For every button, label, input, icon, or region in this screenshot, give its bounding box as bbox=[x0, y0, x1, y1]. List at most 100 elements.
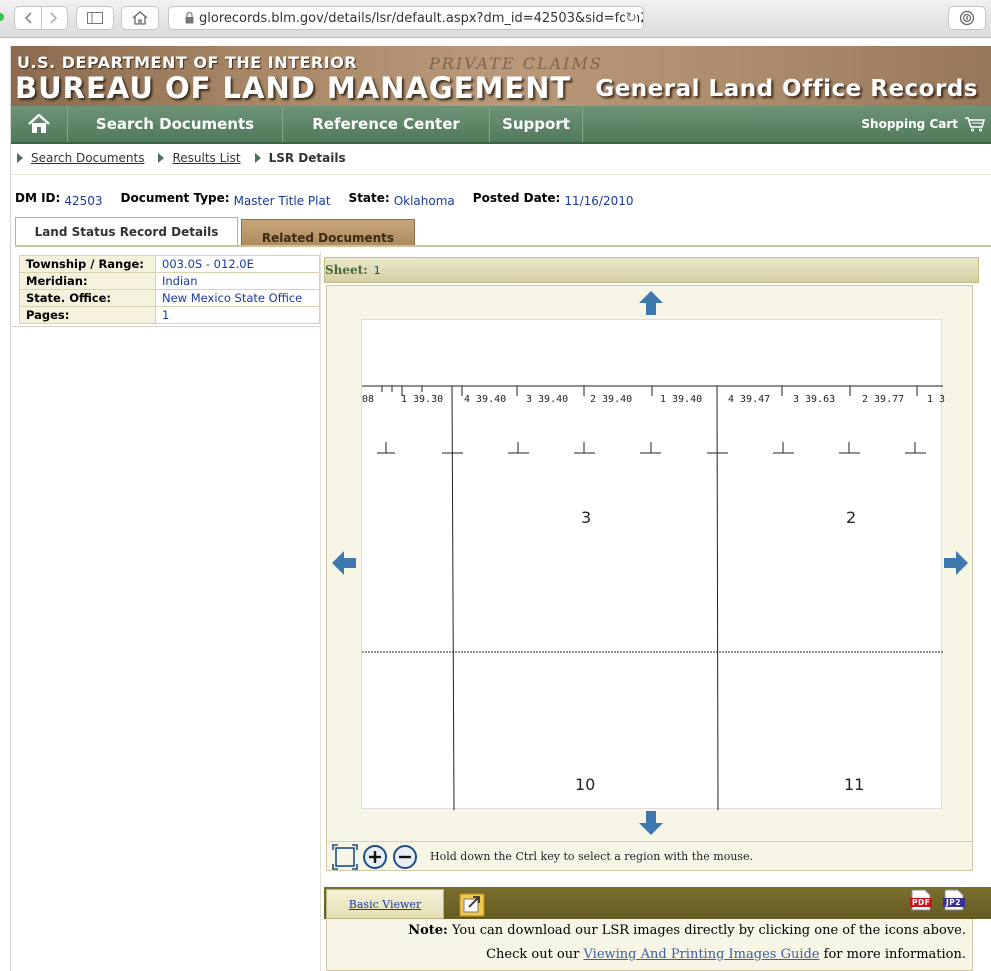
doc-type-value: Master Title Plat bbox=[233, 194, 331, 208]
plat-lot-number: 4 39.40 bbox=[464, 394, 507, 405]
download-jp2-button[interactable]: JP2 bbox=[942, 889, 966, 914]
document-meta: DM ID: 42503 Document Type: Master Title… bbox=[15, 191, 652, 208]
plat-lot-number: 3 39.40 bbox=[526, 394, 569, 405]
download-note: Note: You can download our LSR images di… bbox=[326, 919, 973, 971]
state-value: Oklahoma bbox=[393, 194, 455, 208]
viewer-hint: Hold down the Ctrl key to select a regio… bbox=[430, 850, 754, 863]
zoom-in-button[interactable] bbox=[362, 844, 388, 870]
plat-section-number: 3 bbox=[581, 508, 592, 527]
nav-support[interactable]: Support bbox=[490, 106, 583, 142]
window-indicator bbox=[0, 13, 4, 21]
breadcrumb-arrow-icon bbox=[17, 153, 23, 163]
detail-key: Township / Range: bbox=[19, 255, 156, 273]
basic-viewer-tab[interactable]: Basic Viewer bbox=[326, 889, 444, 919]
details-table: Township / Range: 003.0S - 012.0E Meridia… bbox=[19, 255, 320, 324]
nav-reference-center[interactable]: Reference Center bbox=[283, 106, 490, 142]
sheet-label: Sheet: bbox=[325, 263, 368, 277]
zoom-out-icon bbox=[393, 844, 417, 869]
dm-id-value: 42503 bbox=[64, 194, 103, 208]
posted-date-value: 11/16/2010 bbox=[564, 194, 634, 208]
back-button[interactable] bbox=[15, 7, 41, 29]
lock-icon bbox=[185, 12, 194, 24]
viewing-printing-guide-link[interactable]: Viewing And Printing Images Guide bbox=[584, 947, 820, 962]
plat-lot-number: 4 39.47 bbox=[728, 394, 771, 405]
browser-home-button[interactable] bbox=[121, 6, 159, 30]
arrow-left-icon[interactable] bbox=[331, 550, 357, 576]
extension-button[interactable] bbox=[948, 6, 986, 30]
nav-search-documents[interactable]: Search Documents bbox=[68, 106, 283, 142]
breadcrumb-arrow-icon bbox=[254, 153, 261, 163]
detail-value: New Mexico State Office bbox=[155, 289, 320, 307]
breadcrumb-current: LSR Details bbox=[268, 151, 346, 165]
reload-icon[interactable]: ↻ bbox=[625, 10, 637, 26]
detail-key: State. Office: bbox=[19, 289, 156, 307]
table-row: Meridian: Indian bbox=[19, 272, 320, 290]
plat-lot-number: 2 39.77 bbox=[862, 394, 905, 405]
arrow-right-icon[interactable] bbox=[943, 550, 969, 576]
pdf-label: PDF bbox=[912, 898, 931, 907]
main-nav: Search Documents Reference Center Suppor… bbox=[11, 106, 991, 144]
zoom-out-button[interactable] bbox=[392, 844, 418, 870]
plat-image[interactable]: 08 1 39.30 4 39.40 3 39.40 2 39.40 1 39.… bbox=[361, 319, 945, 810]
posted-date-label: Posted Date: bbox=[472, 191, 561, 205]
detail-value: Indian bbox=[155, 272, 320, 290]
popout-window-icon[interactable] bbox=[459, 893, 485, 917]
table-row: Township / Range: 003.0S - 012.0E bbox=[19, 255, 320, 273]
breadcrumb-search-documents[interactable]: Search Documents bbox=[31, 151, 144, 165]
detail-value: 1 bbox=[155, 306, 320, 324]
download-pdf-button[interactable]: PDF bbox=[909, 889, 933, 914]
home-icon bbox=[28, 114, 50, 133]
viewer-toolbar: Hold down the Ctrl key to select a regio… bbox=[326, 841, 973, 871]
forward-button[interactable] bbox=[40, 7, 68, 29]
note-text-pre: Check out our bbox=[486, 947, 580, 962]
page-content: PRIVATE CLAIMS U.S. DEPARTMENT OF THE IN… bbox=[10, 46, 991, 971]
breadcrumb-arrow-icon bbox=[158, 153, 165, 163]
sidebar-toggle-button[interactable] bbox=[76, 6, 114, 30]
detail-key: Meridian: bbox=[19, 272, 156, 290]
table-row: State. Office: New Mexico State Office bbox=[19, 289, 320, 307]
note-label: Note: bbox=[408, 923, 448, 938]
bureau-name: BUREAU OF LAND MANAGEMENT bbox=[15, 71, 572, 105]
address-bar[interactable]: glorecords.blm.gov/details/lsr/default.a… bbox=[168, 6, 644, 30]
plat-section-number: 10 bbox=[575, 775, 596, 794]
arrow-up-icon[interactable] bbox=[638, 290, 664, 316]
detail-tabs: Land Status Record Details Related Docum… bbox=[15, 217, 415, 246]
plat-lot-number: 1 39.40 bbox=[660, 394, 703, 405]
tab-land-status-record-details[interactable]: Land Status Record Details bbox=[15, 217, 238, 246]
plat-lot-number: 1 39.30 bbox=[401, 394, 444, 405]
doc-type-label: Document Type: bbox=[120, 191, 230, 205]
state-label: State: bbox=[348, 191, 390, 205]
browser-toolbar: glorecords.blm.gov/details/lsr/default.a… bbox=[0, 0, 991, 38]
history-nav bbox=[14, 6, 68, 30]
home-outline-icon bbox=[132, 11, 148, 25]
shopping-cart-link[interactable]: Shopping Cart bbox=[861, 116, 986, 132]
chevron-right-icon bbox=[50, 12, 58, 24]
divider bbox=[320, 251, 321, 971]
detail-key: Pages: bbox=[19, 306, 156, 324]
nav-home-button[interactable] bbox=[11, 106, 68, 142]
jp2-label: JP2 bbox=[946, 898, 962, 907]
select-region-icon bbox=[332, 843, 358, 870]
cart-icon bbox=[965, 117, 986, 132]
table-row: Pages: 1 bbox=[19, 306, 320, 324]
note-text: You can download our LSR images directly… bbox=[451, 923, 966, 938]
plat-lot-number: 08 bbox=[362, 394, 375, 405]
breadcrumb: Search Documents Results List LSR Detail… bbox=[17, 151, 360, 165]
select-region-button[interactable] bbox=[332, 843, 358, 870]
detail-value: 003.0S - 012.0E bbox=[155, 255, 320, 273]
breadcrumb-results-list[interactable]: Results List bbox=[172, 151, 240, 165]
tab-related-documents[interactable]: Related Documents bbox=[241, 219, 415, 246]
arrow-down-icon[interactable] bbox=[638, 810, 664, 836]
sidebar-icon bbox=[87, 12, 103, 24]
viewer-bottom-bar: Basic Viewer PDF JP2 bbox=[324, 887, 991, 919]
plat-section-number: 2 bbox=[846, 508, 857, 527]
password-icon bbox=[959, 10, 975, 26]
divider bbox=[11, 174, 991, 175]
sheet-bar: Sheet: 1 bbox=[324, 257, 979, 283]
tab-underline bbox=[15, 245, 991, 247]
site-banner: PRIVATE CLAIMS U.S. DEPARTMENT OF THE IN… bbox=[11, 46, 991, 106]
plat-lot-numbers: 08 1 39.30 4 39.40 3 39.40 2 39.40 1 39.… bbox=[362, 394, 945, 408]
agency-name: U.S. DEPARTMENT OF THE INTERIOR bbox=[17, 53, 358, 72]
basic-viewer-link[interactable]: Basic Viewer bbox=[349, 898, 421, 911]
image-viewer[interactable]: 08 1 39.30 4 39.40 3 39.40 2 39.40 1 39.… bbox=[326, 285, 973, 871]
